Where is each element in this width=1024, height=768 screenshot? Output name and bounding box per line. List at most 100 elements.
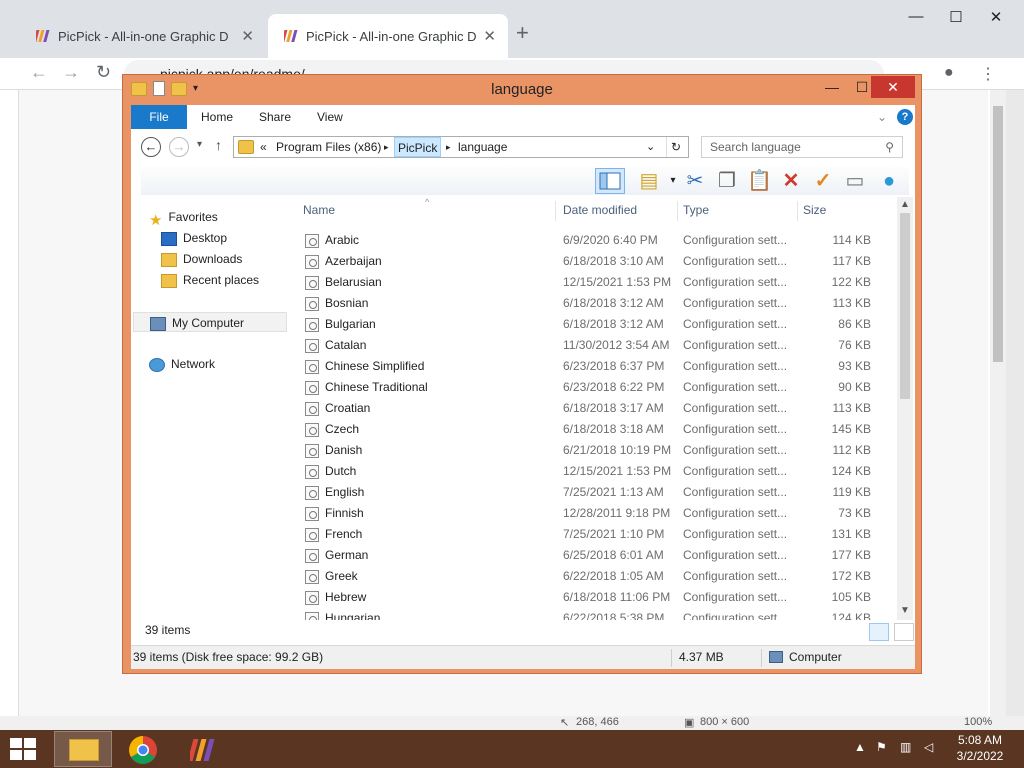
explorer-close-button[interactable]: ✕ bbox=[871, 76, 915, 98]
ribbon-expand-icon[interactable]: ⌄ bbox=[877, 105, 887, 129]
file-list-scrollbar[interactable]: ▲ ▼ bbox=[897, 197, 913, 620]
file-row[interactable]: Bosnian 6/18/2018 3:12 AM Configuration se… bbox=[297, 293, 897, 314]
column-separator[interactable] bbox=[555, 201, 556, 221]
file-name-text: Hungarian bbox=[325, 611, 381, 620]
tab-close-icon[interactable]: ✕ bbox=[241, 27, 254, 45]
file-row[interactable]: Hebrew 6/18/2018 11:06 PM Configuration se… bbox=[297, 587, 897, 608]
column-separator[interactable] bbox=[677, 201, 678, 221]
nav-desktop[interactable]: Desktop bbox=[161, 228, 227, 248]
action-center-flag-icon[interactable]: ⚑ bbox=[876, 740, 887, 754]
tab-share[interactable]: Share bbox=[259, 105, 291, 129]
file-row[interactable]: Czech 6/18/2018 3:18 AM Configuration sett… bbox=[297, 419, 897, 440]
tab-view[interactable]: View bbox=[317, 105, 343, 129]
new-tab-button[interactable]: + bbox=[516, 20, 529, 46]
column-header-date[interactable]: Date modified bbox=[563, 197, 637, 223]
preview-pane-icon[interactable] bbox=[595, 168, 625, 194]
file-row[interactable]: Bulgarian 6/18/2018 3:12 AM Configuration … bbox=[297, 314, 897, 335]
browser-tab[interactable]: PicPick - All-in-one Graphic Design ✕ bbox=[20, 14, 266, 58]
select-icon[interactable]: ✓ bbox=[811, 169, 835, 193]
tab-close-icon[interactable]: ✕ bbox=[483, 27, 496, 45]
column-header-type[interactable]: Type bbox=[683, 197, 709, 223]
page-scroll-thumb[interactable] bbox=[993, 106, 1003, 362]
large-icons-view-icon[interactable] bbox=[894, 623, 915, 641]
taskbar-picpick[interactable] bbox=[176, 731, 234, 767]
scroll-down-icon[interactable]: ▼ bbox=[897, 605, 913, 616]
explorer-titlebar[interactable]: ▾ language — ☐ ✕ bbox=[123, 75, 921, 105]
file-row[interactable]: Belarusian 12/15/2021 1:53 PM Configuratio… bbox=[297, 272, 897, 293]
breadcrumb-chevron-icon[interactable]: ▸ bbox=[446, 137, 451, 157]
reload-icon[interactable]: ↻ bbox=[96, 62, 111, 83]
copy-icon[interactable]: ❐ bbox=[715, 169, 739, 193]
windows-start-icon[interactable] bbox=[10, 738, 38, 762]
network-status-icon[interactable]: ▥ bbox=[900, 740, 911, 754]
tab-file[interactable]: File bbox=[131, 105, 187, 129]
browser-menu-icon[interactable]: ⋮ bbox=[980, 64, 996, 84]
browser-tab-active[interactable]: PicPick - All-in-one Graphic Design ✕ bbox=[268, 14, 508, 58]
file-size: 114 KB bbox=[832, 233, 871, 247]
nav-favorites[interactable]: ★ Favorites bbox=[149, 207, 218, 229]
column-header-size[interactable]: Size bbox=[803, 197, 826, 223]
refresh-icon[interactable]: ↻ bbox=[666, 137, 681, 157]
nav-my-computer[interactable]: My Computer bbox=[133, 312, 287, 332]
forward-arrow-icon[interactable]: → bbox=[62, 62, 80, 83]
file-row[interactable]: Dutch 12/15/2021 1:53 PM Configuration set… bbox=[297, 461, 897, 482]
page-scrollbar[interactable] bbox=[990, 90, 1006, 722]
system-clock[interactable]: 5:08 AM 3/2/2022 bbox=[940, 732, 1020, 764]
browser-maximize-button[interactable]: ☐ bbox=[936, 8, 976, 34]
tab-home[interactable]: Home bbox=[201, 105, 233, 129]
breadcrumb-picpick[interactable]: PicPick bbox=[394, 137, 442, 157]
address-dropdown-icon[interactable]: ⌄ bbox=[646, 137, 655, 157]
tray-expand-icon[interactable]: ▲ bbox=[854, 740, 866, 754]
paste-icon[interactable]: 📋 bbox=[747, 169, 772, 193]
file-list-scroll-thumb[interactable] bbox=[900, 213, 910, 399]
up-arrow-icon[interactable]: ↑ bbox=[215, 137, 222, 153]
file-row[interactable]: Finnish 12/28/2011 9:18 PM Configuration s… bbox=[297, 503, 897, 524]
forward-icon[interactable]: → bbox=[169, 137, 189, 157]
file-row[interactable]: English 7/25/2021 1:13 AM Configuration se… bbox=[297, 482, 897, 503]
recent-locations-icon[interactable]: ▾ bbox=[197, 139, 202, 150]
file-row[interactable]: Croatian 6/18/2018 3:17 AM Configuration s… bbox=[297, 398, 897, 419]
nav-network[interactable]: Network bbox=[149, 354, 215, 374]
column-separator[interactable] bbox=[797, 201, 798, 221]
file-row[interactable]: Arabic 6/9/2020 6:40 PM Configuration sett… bbox=[297, 230, 897, 251]
back-icon[interactable]: ← bbox=[141, 137, 161, 157]
taskbar-file-explorer[interactable] bbox=[54, 731, 112, 767]
nav-downloads[interactable]: Downloads bbox=[161, 249, 242, 269]
nav-recent-places[interactable]: Recent places bbox=[161, 270, 259, 290]
volume-muted-icon[interactable]: ◁ bbox=[924, 740, 933, 754]
file-type: Configuration sett... bbox=[683, 590, 788, 604]
rename-icon[interactable]: ▭ bbox=[843, 169, 867, 193]
column-header-name[interactable]: Name bbox=[303, 197, 335, 223]
browser-minimize-button[interactable]: — bbox=[896, 8, 936, 34]
folder-options-icon[interactable]: ▤ bbox=[637, 169, 661, 193]
file-row[interactable]: French 7/25/2021 1:10 PM Configuration set… bbox=[297, 524, 897, 545]
delete-icon[interactable]: ✕ bbox=[779, 169, 803, 193]
file-row[interactable]: Chinese Traditional 6/23/2018 6:22 PM Conf… bbox=[297, 377, 897, 398]
file-row[interactable]: Catalan 11/30/2012 3:54 AM Configuration s… bbox=[297, 335, 897, 356]
file-row[interactable]: Danish 6/21/2018 10:19 PM Configuration se… bbox=[297, 440, 897, 461]
taskbar-chrome[interactable] bbox=[114, 731, 172, 767]
file-row[interactable]: Chinese Simplified 6/23/2018 6:37 PM Confi… bbox=[297, 356, 897, 377]
explorer-minimize-button[interactable]: — bbox=[817, 76, 847, 98]
file-row[interactable]: German 6/25/2018 6:01 AM Configuration set… bbox=[297, 545, 897, 566]
profile-avatar-icon[interactable]: ● bbox=[944, 64, 954, 82]
back-arrow-icon[interactable]: ← bbox=[30, 62, 48, 83]
breadcrumb-overflow[interactable]: « bbox=[260, 137, 267, 157]
breadcrumb-chevron-icon[interactable]: ▸ bbox=[384, 137, 389, 157]
details-view-icon[interactable] bbox=[869, 623, 889, 641]
scroll-up-icon[interactable]: ▲ bbox=[897, 199, 913, 210]
help-icon[interactable]: ? bbox=[897, 109, 913, 125]
globe-icon[interactable]: ● bbox=[877, 169, 901, 193]
cut-icon[interactable]: ✂ bbox=[683, 169, 707, 193]
search-box[interactable]: Search language ⚲ bbox=[701, 136, 903, 158]
file-name-text: Croatian bbox=[325, 401, 371, 415]
browser-close-button[interactable]: ✕ bbox=[976, 8, 1016, 34]
file-row[interactable]: Greek 6/22/2018 1:05 AM Configuration sett… bbox=[297, 566, 897, 587]
file-row[interactable]: Hungarian 6/22/2018 5:38 PM Configuration … bbox=[297, 608, 897, 620]
file-row[interactable]: Azerbaijan 6/18/2018 3:10 AM Configuration… bbox=[297, 251, 897, 272]
explorer-address-bar[interactable]: « Program Files (x86) ▸ PicPick ▸ langua… bbox=[233, 136, 689, 158]
breadcrumb-language[interactable]: language bbox=[458, 137, 507, 157]
explorer-title: language bbox=[491, 81, 553, 98]
organize-dropdown-icon[interactable]: ▾ bbox=[661, 169, 685, 193]
breadcrumb-program-files[interactable]: Program Files (x86) bbox=[276, 137, 381, 157]
